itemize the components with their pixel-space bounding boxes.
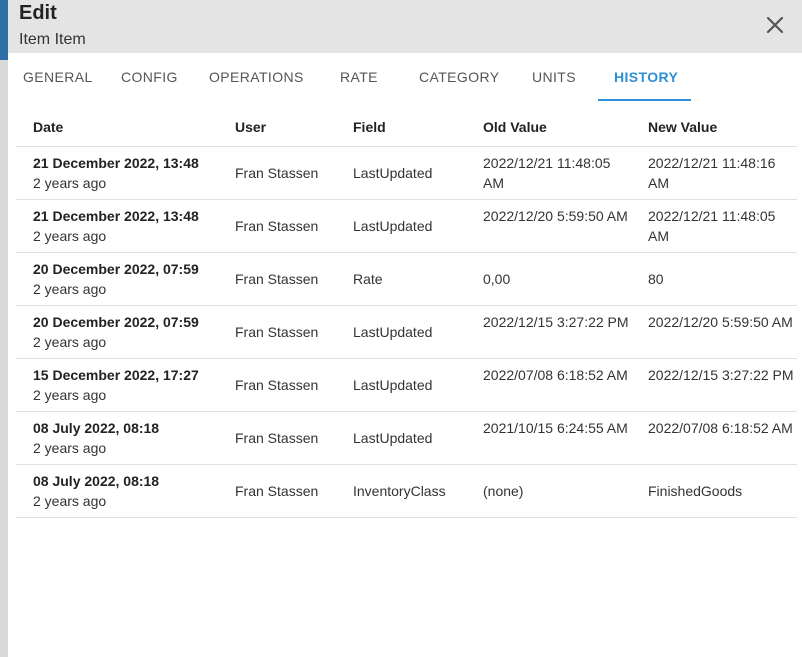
date-cell: 08 July 2022, 08:18 2 years ago (33, 471, 223, 511)
relative-time: 2 years ago (33, 387, 107, 403)
user-cell: Fran Stassen (235, 324, 319, 340)
user-cell: Fran Stassen (235, 483, 319, 499)
date-text: 21 December 2022, 13:48 (33, 208, 199, 224)
table-row[interactable]: 21 December 2022, 13:48 2 years ago Fran… (16, 147, 797, 200)
old-value-cell: 2021/10/15 6:24:55 AM (483, 420, 628, 436)
tab-general[interactable]: GENERAL (23, 69, 93, 85)
dialog-title: Edit (19, 2, 57, 24)
user-cell: Fran Stassen (235, 377, 319, 393)
close-icon (766, 16, 784, 34)
new-value-cell: 2022/12/15 3:27:22 PM (648, 367, 794, 383)
relative-time: 2 years ago (33, 334, 107, 350)
user-cell: Fran Stassen (235, 271, 319, 287)
date-cell: 15 December 2022, 17:27 2 years ago (33, 365, 223, 405)
date-text: 21 December 2022, 13:48 (33, 155, 199, 171)
date-cell: 21 December 2022, 13:48 2 years ago (33, 153, 223, 193)
column-header-new-value[interactable]: New Value (648, 119, 717, 135)
date-cell: 20 December 2022, 07:59 2 years ago (33, 312, 223, 352)
column-header-old-value[interactable]: Old Value (483, 119, 547, 135)
date-cell: 20 December 2022, 07:59 2 years ago (33, 259, 223, 299)
table-row[interactable]: 15 December 2022, 17:27 2 years ago Fran… (16, 359, 797, 412)
tab-units[interactable]: UNITS (532, 69, 576, 85)
relative-time: 2 years ago (33, 281, 107, 297)
history-table: Date User Field Old Value New Value 21 D… (16, 104, 797, 518)
active-tab-indicator (598, 99, 691, 101)
old-value-cell: 2022/12/21 11:48:05 AM (483, 155, 611, 191)
field-cell: LastUpdated (353, 377, 433, 393)
old-value-cell: 0,00 (483, 271, 511, 287)
close-button[interactable] (763, 13, 787, 37)
field-cell: LastUpdated (353, 165, 433, 181)
field-cell: LastUpdated (353, 430, 433, 446)
table-header: Date User Field Old Value New Value (16, 104, 797, 147)
column-header-date[interactable]: Date (33, 119, 63, 135)
relative-time: 2 years ago (33, 228, 107, 244)
edit-dialog: Edit Item Item GENERAL CONFIG OPERATIONS… (8, 0, 802, 657)
new-value-cell: 80 (648, 271, 664, 287)
table-row[interactable]: 08 July 2022, 08:18 2 years ago Fran Sta… (16, 465, 797, 518)
date-text: 08 July 2022, 08:18 (33, 473, 160, 489)
date-text: 08 July 2022, 08:18 (33, 420, 160, 436)
new-value-cell: 2022/12/21 11:48:05 AM (648, 208, 776, 244)
new-value-cell: 2022/07/08 6:18:52 AM (648, 420, 793, 436)
field-cell: LastUpdated (353, 324, 433, 340)
table-row[interactable]: 21 December 2022, 13:48 2 years ago Fran… (16, 200, 797, 253)
tab-history[interactable]: HISTORY (614, 69, 678, 85)
relative-time: 2 years ago (33, 493, 107, 509)
field-cell: LastUpdated (353, 218, 433, 234)
date-text: 15 December 2022, 17:27 (33, 367, 199, 383)
tab-config[interactable]: CONFIG (121, 69, 178, 85)
new-value-cell: FinishedGoods (648, 483, 743, 499)
tab-category[interactable]: CATEGORY (419, 69, 499, 85)
field-cell: InventoryClass (353, 483, 446, 499)
relative-time: 2 years ago (33, 175, 107, 191)
tab-bar: GENERAL CONFIG OPERATIONS RATE CATEGORY … (8, 53, 802, 101)
user-cell: Fran Stassen (235, 430, 319, 446)
old-value-cell: (none) (483, 483, 524, 499)
dialog-subtitle: Item Item (19, 31, 86, 48)
tab-operations[interactable]: OPERATIONS (209, 69, 304, 85)
user-cell: Fran Stassen (235, 165, 319, 181)
table-row[interactable]: 20 December 2022, 07:59 2 years ago Fran… (16, 253, 797, 306)
old-value-cell: 2022/07/08 6:18:52 AM (483, 367, 628, 383)
date-text: 20 December 2022, 07:59 (33, 261, 199, 277)
user-cell: Fran Stassen (235, 218, 319, 234)
date-text: 20 December 2022, 07:59 (33, 314, 199, 330)
relative-time: 2 years ago (33, 440, 107, 456)
old-value-cell: 2022/12/20 5:59:50 AM (483, 208, 628, 224)
new-value-cell: 2022/12/20 5:59:50 AM (648, 314, 793, 330)
field-cell: Rate (353, 271, 383, 287)
table-row[interactable]: 08 July 2022, 08:18 2 years ago Fran Sta… (16, 412, 797, 465)
tab-rate[interactable]: RATE (340, 69, 378, 85)
table-row[interactable]: 20 December 2022, 07:59 2 years ago Fran… (16, 306, 797, 359)
old-value-cell: 2022/12/15 3:27:22 PM (483, 314, 629, 330)
column-header-user[interactable]: User (235, 119, 266, 135)
new-value-cell: 2022/12/21 11:48:16 AM (648, 155, 776, 191)
dialog-header: Edit Item Item (8, 0, 802, 53)
date-cell: 21 December 2022, 13:48 2 years ago (33, 206, 223, 246)
backdrop-accent (0, 0, 8, 60)
column-header-field[interactable]: Field (353, 119, 386, 135)
date-cell: 08 July 2022, 08:18 2 years ago (33, 418, 223, 458)
